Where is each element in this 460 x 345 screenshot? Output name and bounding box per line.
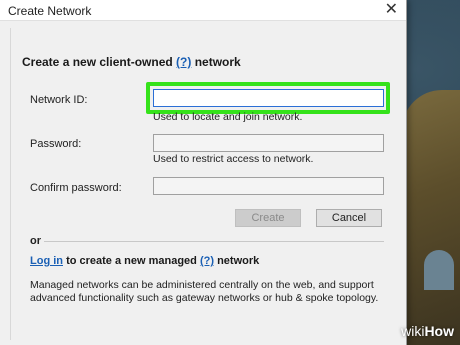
password-label: Password: <box>30 138 82 150</box>
password-hint: Used to restrict access to network. <box>153 153 314 165</box>
network-id-label: Network ID: <box>30 94 88 106</box>
cancel-button[interactable]: Cancel <box>316 209 382 227</box>
create-button[interactable]: Create <box>235 209 301 227</box>
login-link[interactable]: Log in <box>30 255 63 267</box>
title-bar: Create Network ✕ <box>0 0 406 21</box>
section-heading: Create a new client-owned (?) network <box>22 55 241 69</box>
rock-arch-background <box>424 250 454 290</box>
managed-help-link[interactable]: (?) <box>200 255 214 267</box>
network-id-hint: Used to locate and join network. <box>153 111 303 123</box>
window-title: Create Network <box>8 4 92 18</box>
close-icon[interactable]: ✕ <box>385 1 398 19</box>
confirm-password-input[interactable] <box>153 177 384 195</box>
create-network-dialog: Create Network ✕ Create a new client-own… <box>0 0 407 345</box>
divider <box>44 241 384 242</box>
network-id-input[interactable] <box>153 89 384 107</box>
wikihow-watermark: wikiHow <box>401 323 454 339</box>
cliff-background <box>402 90 460 345</box>
or-separator-label: or <box>30 235 41 247</box>
managed-network-heading: Log in to create a new managed (?) netwo… <box>30 255 260 267</box>
managed-description: Managed networks can be administered cen… <box>30 279 379 304</box>
help-link[interactable]: (?) <box>176 55 191 69</box>
confirm-password-label: Confirm password: <box>30 182 122 194</box>
password-input[interactable] <box>153 134 384 152</box>
